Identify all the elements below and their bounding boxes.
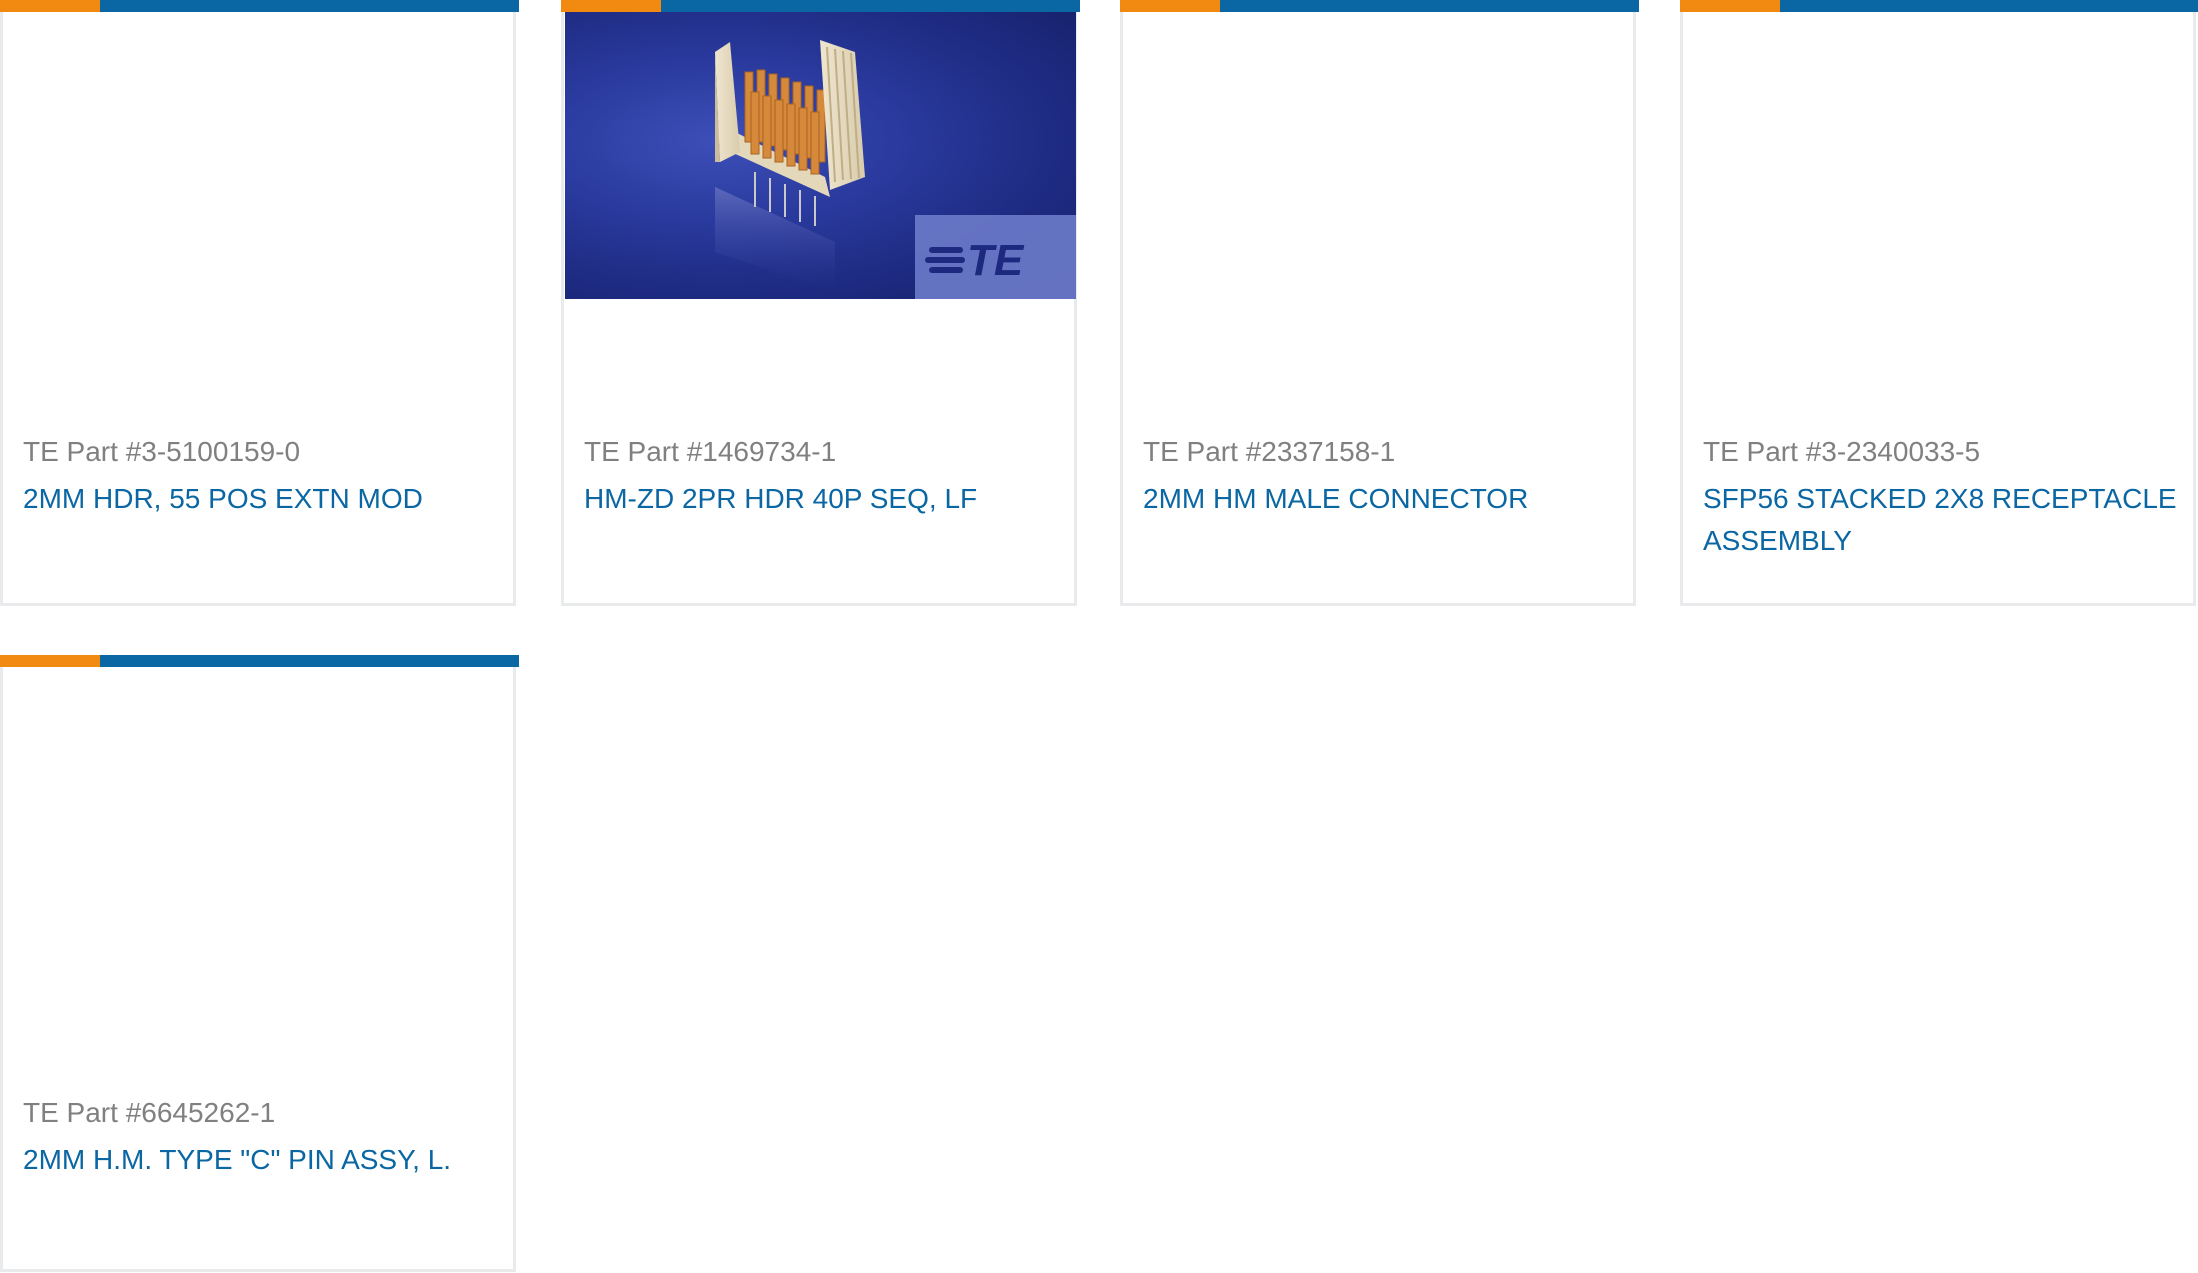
product-card[interactable]: TE Part #6645262-1 2MM H.M. TYPE "C" PIN… [0, 655, 519, 1272]
product-image-placeholder [4, 667, 515, 954]
logo-text: TE [967, 236, 1025, 285]
part-number: TE Part #2337158-1 [1143, 436, 1396, 467]
part-number: TE Part #3-2340033-5 [1703, 436, 1981, 467]
product-image-placeholder [1684, 12, 2195, 299]
card-accent-bar [0, 0, 100, 12]
product-image-placeholder [1124, 12, 1635, 299]
card-top-bar [561, 0, 1080, 12]
card-top-bar [1120, 0, 1639, 12]
product-card[interactable]: TE TE Part #1469734-1 HM-ZD 2PR HDR 40P … [561, 0, 1080, 606]
product-description-link[interactable]: 2MM HM MALE CONNECTOR [1143, 478, 1623, 520]
product-description-link[interactable]: SFP56 STACKED 2X8 RECEPTACLE ASSEMBLY [1703, 478, 2183, 562]
card-accent-bar [561, 0, 661, 12]
card-accent-bar [1120, 0, 1220, 12]
part-number: TE Part #3-5100159-0 [23, 436, 301, 467]
product-description-link[interactable]: 2MM HDR, 55 POS EXTN MOD [23, 478, 503, 520]
card-accent-bar [1680, 0, 1780, 12]
product-card[interactable]: TE Part #3-5100159-0 2MM HDR, 55 POS EXT… [0, 0, 519, 606]
product-grid: TE Part #3-5100159-0 2MM HDR, 55 POS EXT… [0, 0, 2198, 1273]
te-logo-badge: TE [915, 215, 1076, 299]
part-number: TE Part #6645262-1 [23, 1097, 276, 1128]
card-top-bar [1680, 0, 2198, 12]
card-accent-bar [0, 655, 100, 667]
card-top-bar [0, 0, 519, 12]
product-photo: TE [565, 12, 1076, 299]
product-description-link[interactable]: HM-ZD 2PR HDR 40P SEQ, LF [584, 478, 1064, 520]
card-top-bar [0, 655, 519, 667]
product-image-placeholder [4, 12, 515, 299]
part-number: TE Part #1469734-1 [584, 436, 837, 467]
product-description-link[interactable]: 2MM H.M. TYPE "C" PIN ASSY, L. [23, 1139, 503, 1181]
product-card[interactable]: TE Part #3-2340033-5 SFP56 STACKED 2X8 R… [1680, 0, 2198, 606]
product-image[interactable]: TE [565, 12, 1076, 299]
product-card[interactable]: TE Part #2337158-1 2MM HM MALE CONNECTOR [1120, 0, 1639, 606]
